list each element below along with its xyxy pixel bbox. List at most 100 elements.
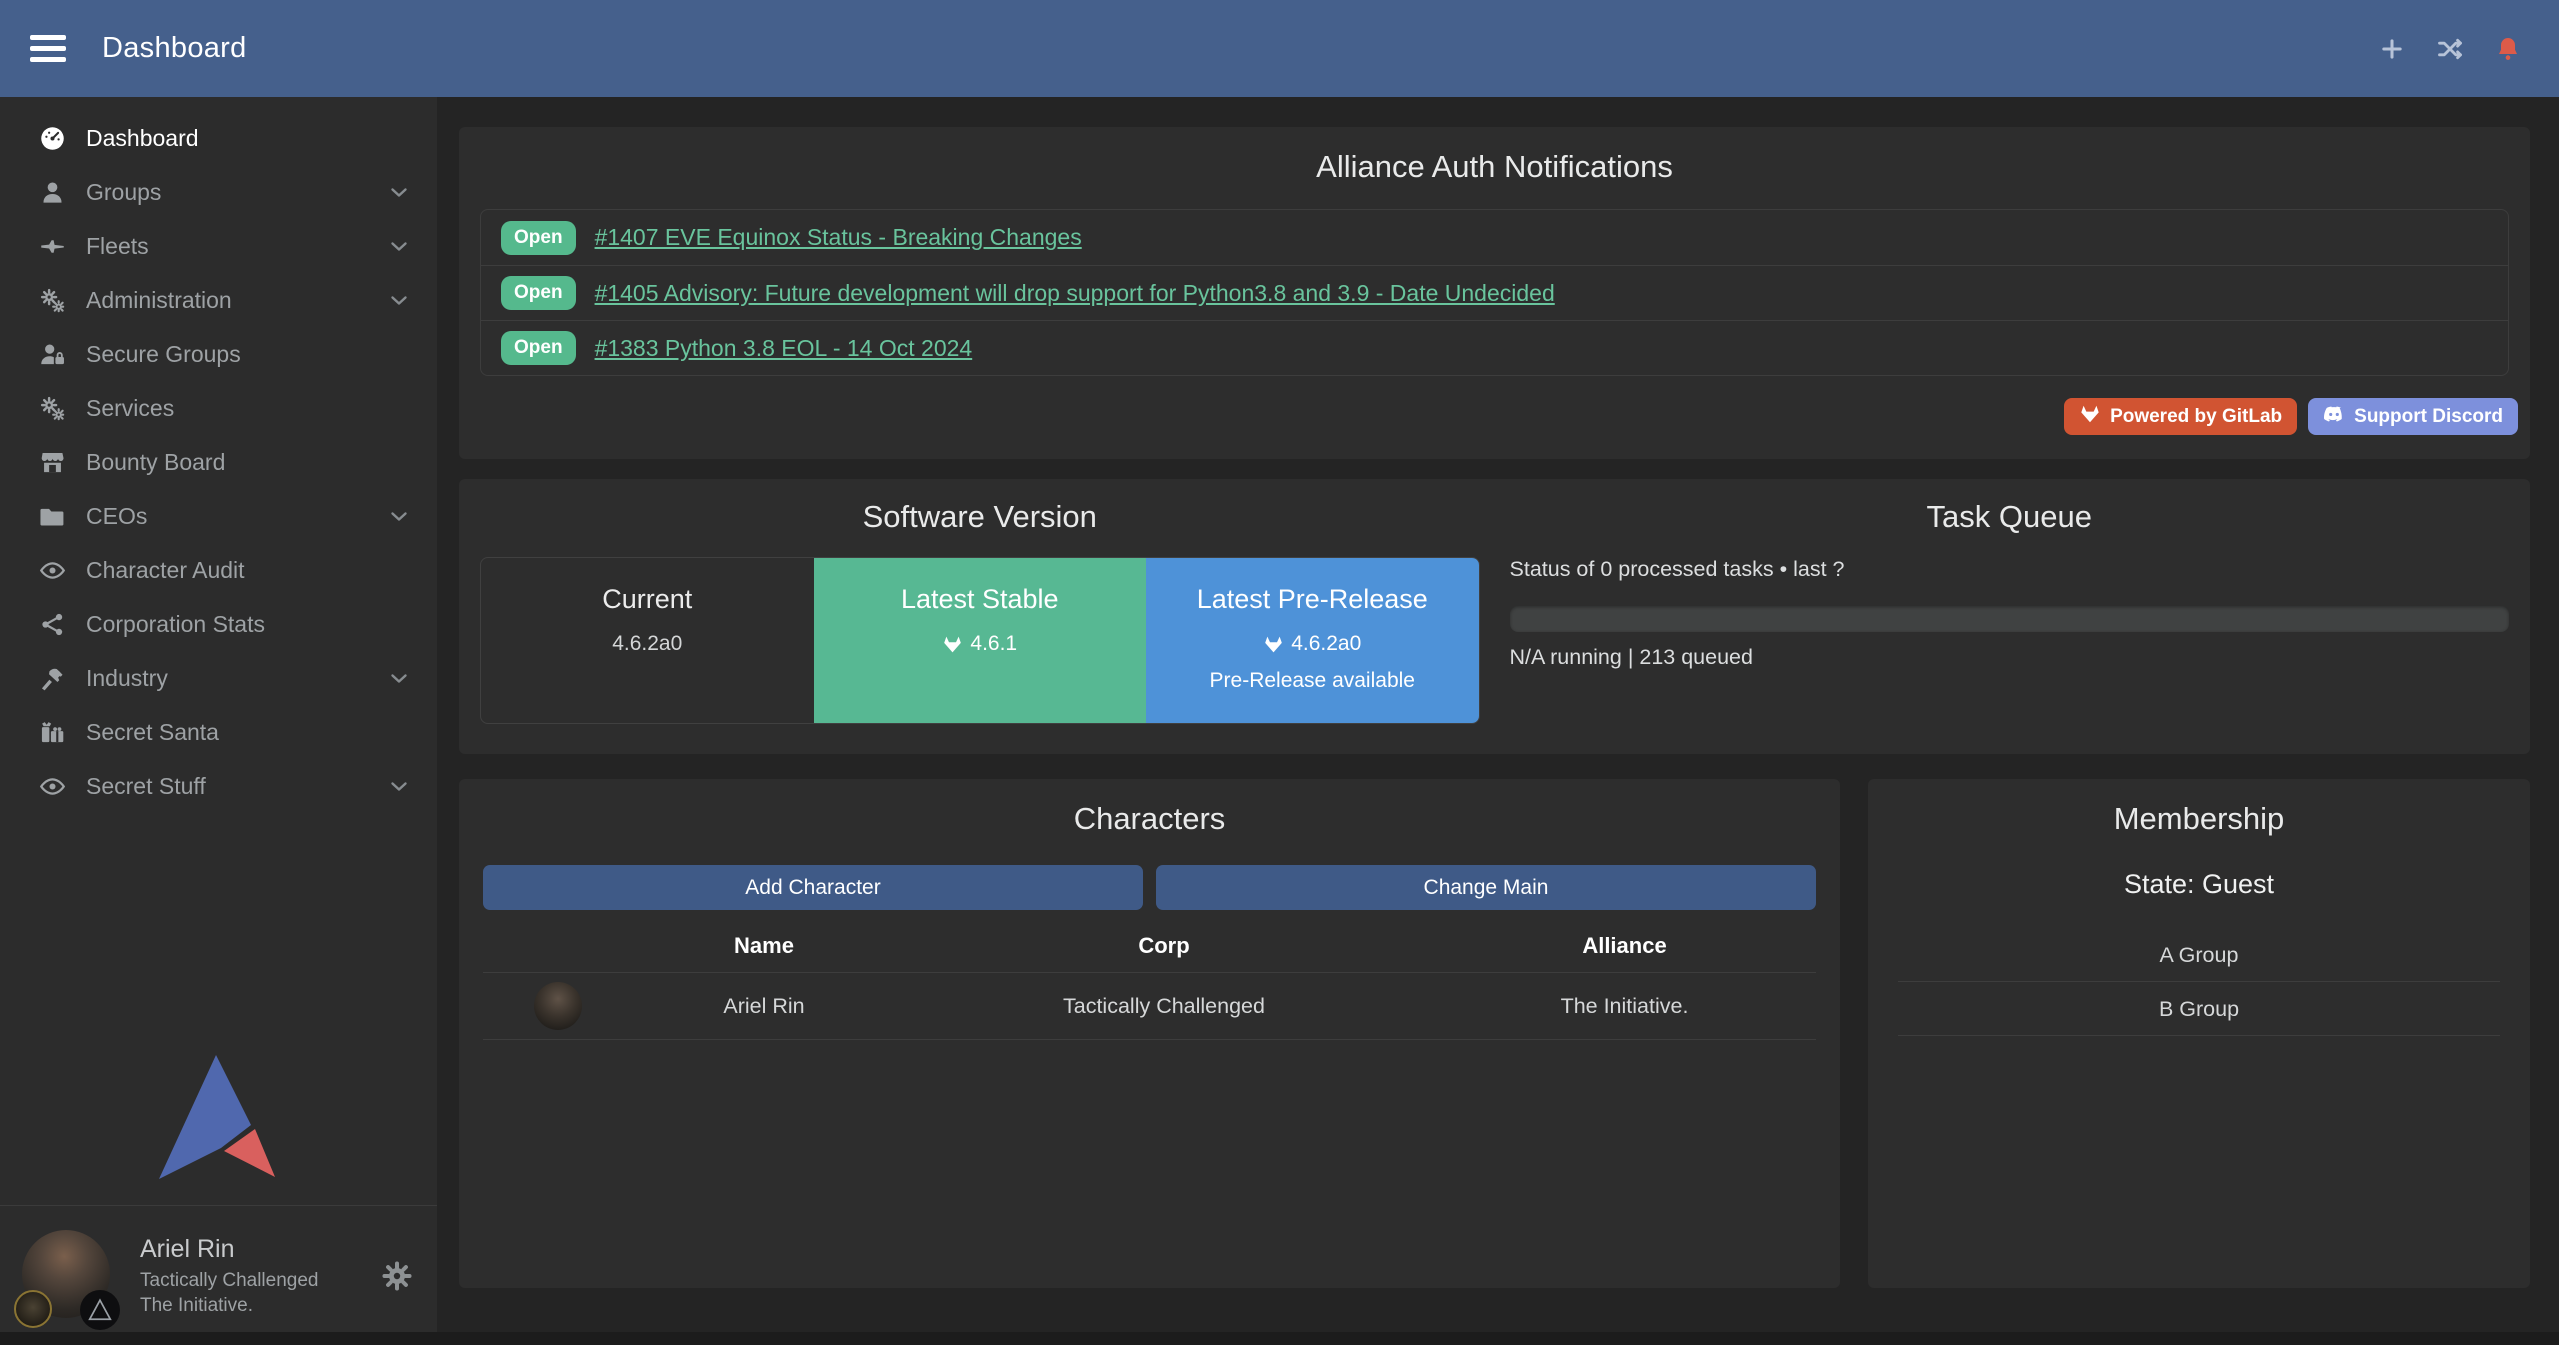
alliance-auth-logo (0, 1055, 437, 1183)
sidebar-item-corporation-stats[interactable]: Corporation Stats (0, 597, 437, 651)
characters-title: Characters (483, 801, 1816, 837)
store-icon (36, 448, 68, 476)
membership-state: State: Guest (1868, 869, 2530, 900)
gitlab-badge[interactable]: Powered by GitLab (2064, 398, 2297, 435)
status-badge: Open (501, 276, 576, 310)
sidebar-item-fleets[interactable]: Fleets (0, 219, 437, 273)
user-info: Ariel Rin Tactically Challenged The Init… (140, 1233, 319, 1319)
sidebar-item-ceos[interactable]: CEOs (0, 489, 437, 543)
sidebar-item-label: Groups (86, 179, 161, 206)
sidebar-item-label: Bounty Board (86, 449, 225, 476)
column-header-name: Name (633, 933, 895, 959)
version-boxes: Current 4.6.2a0 Latest Stable 4.6.1 Late… (480, 557, 1480, 724)
cell-character-corp: Tactically Challenged (895, 994, 1433, 1019)
sidebar-item-character-audit[interactable]: Character Audit (0, 543, 437, 597)
notifications-list: Open #1407 EVE Equinox Status - Breaking… (480, 209, 2509, 376)
sidebar-item-label: Dashboard (86, 125, 199, 152)
version-box-stable: Latest Stable 4.6.1 (814, 558, 1147, 723)
plus-icon[interactable] (2377, 34, 2407, 64)
notification-link[interactable]: #1383 Python 3.8 EOL - 14 Oct 2024 (595, 335, 973, 362)
membership-groups: A Group B Group (1868, 928, 2530, 1036)
sidebar-item-label: Secret Santa (86, 719, 219, 746)
notifications-title: Alliance Auth Notifications (459, 149, 2530, 185)
hammer-icon (36, 664, 68, 692)
user-lock-icon (36, 340, 68, 368)
list-item: B Group (1898, 982, 2500, 1036)
add-character-button[interactable]: Add Character (483, 865, 1143, 910)
status-panel: Software Version Current 4.6.2a0 Latest … (459, 479, 2530, 754)
list-item: Open #1405 Advisory: Future development … (481, 265, 2508, 320)
gitlab-icon (1263, 634, 1284, 655)
menu-icon[interactable] (30, 35, 66, 62)
navbar-actions (2377, 34, 2523, 64)
fighter-jet-icon (36, 232, 68, 260)
user-alliance: The Initiative. (140, 1294, 319, 1319)
character-portrait (534, 982, 582, 1030)
list-item: A Group (1898, 928, 2500, 982)
notification-link[interactable]: #1407 EVE Equinox Status - Breaking Chan… (595, 224, 1082, 251)
corp-logo (14, 1290, 52, 1328)
gauge-icon (36, 124, 68, 152)
gears-icon (36, 394, 68, 422)
membership-title: Membership (1868, 801, 2530, 837)
sidebar-item-label: Secure Groups (86, 341, 241, 368)
sidebar-item-groups[interactable]: Groups (0, 165, 437, 219)
sidebar-item-label: Administration (86, 287, 232, 314)
bottom-edge (0, 1332, 2559, 1345)
sidebar-item-secret-santa[interactable]: Secret Santa (0, 705, 437, 759)
app-window: Dashboard Dashboard (0, 0, 2559, 1345)
footer-badges: Powered by GitLab Support Discord (471, 398, 2518, 435)
main-content: Alliance Auth Notifications Open #1407 E… (437, 97, 2559, 1345)
eye-icon (36, 772, 68, 800)
gear-icon[interactable] (381, 1260, 413, 1292)
sidebar-item-secure-groups[interactable]: Secure Groups (0, 327, 437, 381)
task-queue-section: Task Queue Status of 0 processed tasks •… (1510, 499, 2510, 724)
notification-link[interactable]: #1405 Advisory: Future development will … (595, 280, 1555, 307)
sidebar-nav: Dashboard Groups Fleets (0, 97, 437, 813)
sidebar-item-label: CEOs (86, 503, 147, 530)
cell-character-alliance: The Initiative. (1433, 994, 1816, 1019)
column-header-corp: Corp (895, 933, 1433, 959)
task-queue-status: Status of 0 processed tasks • last ? (1510, 557, 2510, 582)
characters-panel: Characters Add Character Change Main Nam… (459, 779, 1840, 1288)
page-title: Dashboard (102, 32, 247, 65)
chevron-down-icon (387, 234, 411, 258)
sidebar-item-secret-stuff[interactable]: Secret Stuff (0, 759, 437, 813)
chevron-down-icon (387, 504, 411, 528)
sidebar-item-dashboard[interactable]: Dashboard (0, 111, 437, 165)
gears-icon (36, 286, 68, 314)
eye-icon (36, 556, 68, 584)
gitlab-icon (2079, 403, 2101, 431)
software-version-title: Software Version (480, 499, 1480, 535)
bell-icon[interactable] (2493, 34, 2523, 64)
top-navbar: Dashboard (0, 0, 2559, 97)
user-name: Ariel Rin (140, 1233, 319, 1266)
gitlab-icon (942, 634, 963, 655)
sidebar-item-label: Corporation Stats (86, 611, 265, 638)
sidebar-item-bounty-board[interactable]: Bounty Board (0, 435, 437, 489)
column-header-alliance: Alliance (1433, 933, 1816, 959)
user-icon (36, 178, 68, 206)
version-box-prerelease: Latest Pre-Release 4.6.2a0 Pre-Release a… (1146, 558, 1479, 723)
sidebar-item-administration[interactable]: Administration (0, 273, 437, 327)
cell-character-name: Ariel Rin (633, 994, 895, 1019)
notifications-panel: Alliance Auth Notifications Open #1407 E… (459, 127, 2530, 459)
task-queue-progressbar (1510, 606, 2510, 632)
sidebar-item-industry[interactable]: Industry (0, 651, 437, 705)
user-corp: Tactically Challenged (140, 1269, 319, 1294)
user-avatar (20, 1224, 120, 1328)
membership-panel: Membership State: Guest A Group B Group (1868, 779, 2530, 1288)
change-main-button[interactable]: Change Main (1156, 865, 1816, 910)
list-item: Open #1383 Python 3.8 EOL - 14 Oct 2024 (481, 320, 2508, 375)
shuffle-icon[interactable] (2435, 34, 2465, 64)
folder-icon (36, 502, 68, 530)
task-queue-title: Task Queue (1510, 499, 2510, 535)
sidebar: Dashboard Groups Fleets (0, 97, 437, 1345)
sidebar-item-label: Fleets (86, 233, 149, 260)
discord-badge[interactable]: Support Discord (2308, 398, 2518, 435)
status-badge: Open (501, 331, 576, 365)
task-queue-counts: N/A running | 213 queued (1510, 645, 2510, 670)
discord-icon (2323, 403, 2345, 431)
software-version-section: Software Version Current 4.6.2a0 Latest … (480, 499, 1480, 724)
sidebar-item-services[interactable]: Services (0, 381, 437, 435)
